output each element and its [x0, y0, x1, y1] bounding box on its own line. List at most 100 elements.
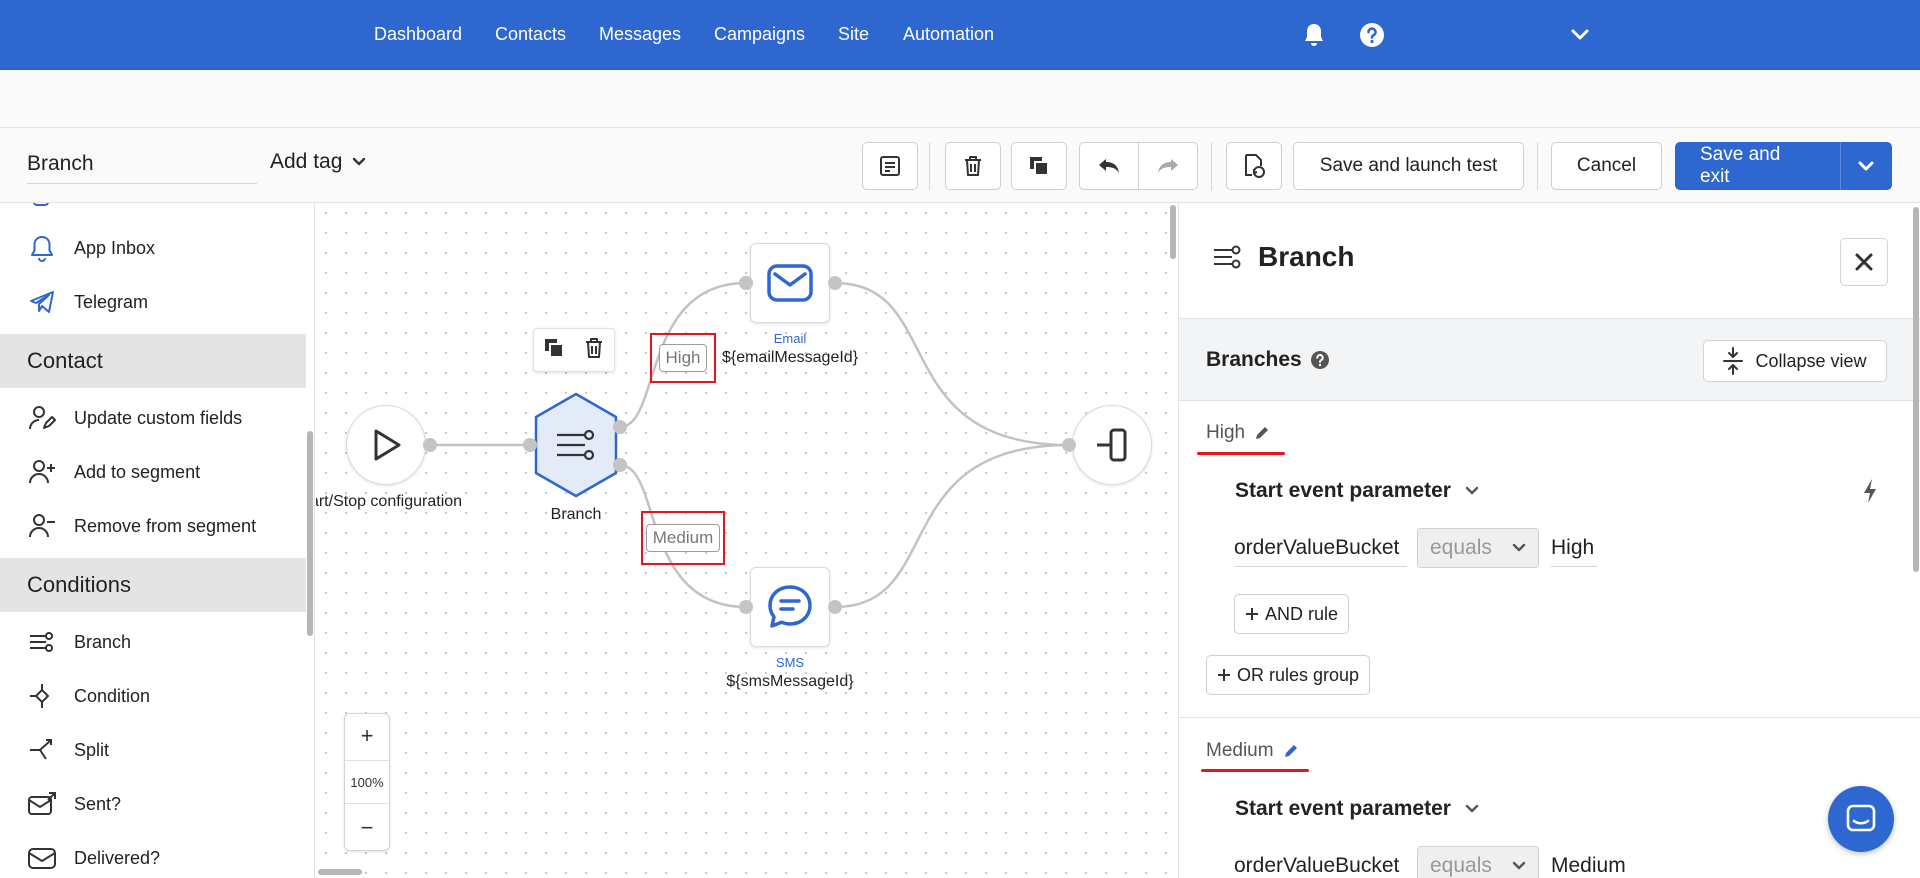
- branch-name-medium[interactable]: Medium: [1206, 740, 1300, 762]
- palette-item-remove-from-segment[interactable]: Remove from segment: [26, 511, 256, 541]
- save-and-launch-test-button[interactable]: Save and launch test: [1293, 142, 1524, 190]
- nav-campaigns[interactable]: Campaigns: [714, 24, 805, 45]
- condition-type-dropdown[interactable]: Start event parameter: [1235, 797, 1479, 821]
- plus-icon: [1218, 669, 1230, 681]
- palette-item-delivered[interactable]: Delivered?: [26, 843, 160, 873]
- edge-label-medium[interactable]: Medium: [645, 524, 721, 552]
- branch-input-port[interactable]: [523, 438, 537, 452]
- notes-button[interactable]: [862, 142, 918, 190]
- palette-item-label: App Inbox: [74, 237, 156, 258]
- support-chat-button[interactable]: [1828, 786, 1894, 852]
- canvas-vertical-scrollbar[interactable]: [1170, 205, 1176, 259]
- collapse-icon: [1723, 347, 1744, 375]
- palette-item-telegram[interactable]: Telegram: [26, 287, 148, 317]
- zoom-in-button[interactable]: +: [345, 714, 389, 758]
- branches-header: Branches Collapse view: [1179, 319, 1920, 401]
- email-node-label: ${emailMessageId}: [721, 349, 859, 366]
- user-edit-icon: [26, 403, 58, 433]
- rule-value-input[interactable]: Medium: [1551, 847, 1631, 878]
- branch-output-port-high[interactable]: [613, 420, 627, 434]
- lightning-icon[interactable]: [1862, 478, 1878, 504]
- envelope-icon: [26, 843, 58, 873]
- workflow-canvas[interactable]: art/Stop configuration Branch High Mediu…: [316, 203, 1178, 878]
- palette-item-sent[interactable]: Sent?: [26, 789, 121, 819]
- sms-output-port[interactable]: [828, 600, 842, 614]
- sms-input-port[interactable]: [739, 600, 753, 614]
- redo-icon: [1158, 159, 1178, 173]
- nav-site[interactable]: Site: [838, 24, 869, 45]
- workflow-name-input[interactable]: Branch: [27, 146, 257, 184]
- split-icon: [26, 735, 58, 765]
- nav-automation[interactable]: Automation: [903, 24, 994, 45]
- trash-icon: [965, 156, 981, 176]
- nav-contacts[interactable]: Contacts: [495, 24, 566, 45]
- save-options-button[interactable]: [1840, 142, 1892, 190]
- telegram-icon: [26, 287, 58, 317]
- help-icon[interactable]: [1357, 20, 1387, 50]
- version-history-button[interactable]: [1226, 142, 1282, 190]
- top-navigation: Dashboard Contacts Messages Campaigns Si…: [0, 0, 1920, 70]
- sub-header-band: [0, 70, 1920, 128]
- email-input-port[interactable]: [739, 276, 753, 290]
- palette-item-branch[interactable]: Branch: [26, 627, 131, 657]
- exit-input-port[interactable]: [1062, 438, 1076, 452]
- branch-output-port-medium[interactable]: [613, 458, 627, 472]
- palette-item-add-to-segment[interactable]: Add to segment: [26, 457, 200, 487]
- bell-icon[interactable]: [1299, 20, 1329, 50]
- palette-item-partial[interactable]: [26, 203, 58, 217]
- duplicate-node-button[interactable]: [543, 337, 565, 364]
- cancel-button[interactable]: Cancel: [1551, 142, 1662, 190]
- sms-node[interactable]: [750, 567, 830, 647]
- delete-node-button[interactable]: [583, 336, 605, 365]
- palette-item-label: Branch: [74, 631, 132, 652]
- canvas-horizontal-scrollbar[interactable]: [318, 869, 362, 875]
- nav-dashboard[interactable]: Dashboard: [374, 24, 462, 45]
- zoom-out-button[interactable]: −: [345, 806, 389, 850]
- start-node[interactable]: [346, 405, 426, 485]
- branch-node[interactable]: [533, 391, 619, 499]
- palette-item-label: Split: [74, 739, 110, 760]
- condition-type-label: Start event parameter: [1235, 479, 1451, 502]
- chevron-down-icon[interactable]: [1565, 20, 1595, 50]
- palette-item-split[interactable]: Split: [26, 735, 109, 765]
- add-and-rule-button[interactable]: AND rule: [1234, 594, 1350, 634]
- collapse-view-label: Collapse view: [1755, 350, 1867, 371]
- nav-messages[interactable]: Messages: [599, 24, 681, 45]
- chevron-down-icon: [1465, 486, 1479, 495]
- duplicate-button[interactable]: [1011, 142, 1067, 190]
- email-output-port[interactable]: [828, 276, 842, 290]
- palette-item-condition[interactable]: Condition: [26, 681, 150, 711]
- rule-value-input[interactable]: High: [1551, 529, 1597, 567]
- add-or-group-button[interactable]: OR rules group: [1206, 655, 1371, 695]
- collapse-view-button[interactable]: Collapse view: [1703, 340, 1887, 382]
- start-output-port[interactable]: [423, 438, 437, 452]
- redo-button[interactable]: [1138, 142, 1198, 190]
- help-icon[interactable]: [1310, 350, 1330, 370]
- palette-item-update-custom-fields[interactable]: Update custom fields: [26, 403, 242, 433]
- save-and-exit-button[interactable]: Save and exit: [1675, 142, 1840, 190]
- rule-field-input[interactable]: orderValueBucket: [1234, 847, 1407, 878]
- palette-item-label: Remove from segment: [74, 515, 257, 536]
- rule-operator-value: equals: [1430, 536, 1492, 559]
- branch-name-high[interactable]: High: [1206, 422, 1271, 444]
- pencil-icon[interactable]: [1253, 424, 1271, 442]
- pencil-icon[interactable]: [1282, 742, 1300, 760]
- chevron-down-icon: [1512, 543, 1526, 552]
- plus-icon: [1246, 608, 1258, 620]
- palette-item-app-inbox[interactable]: App Inbox: [26, 233, 155, 263]
- branch-name-label: Medium: [1206, 740, 1274, 761]
- note-icon: [880, 156, 900, 176]
- panel-scrollbar[interactable]: [1913, 207, 1919, 572]
- undo-button[interactable]: [1079, 142, 1139, 190]
- email-node[interactable]: [750, 243, 830, 323]
- rule-field-input[interactable]: orderValueBucket: [1234, 529, 1407, 567]
- rule-operator-select[interactable]: equals: [1417, 846, 1539, 878]
- add-tag-dropdown[interactable]: Add tag: [270, 150, 366, 174]
- close-panel-button[interactable]: [1840, 238, 1888, 286]
- rule-operator-select[interactable]: equals: [1417, 528, 1539, 568]
- sidebar-scrollbar[interactable]: [307, 431, 313, 636]
- node-palette-sidebar: App Inbox Telegram Contact Update custom…: [0, 203, 315, 878]
- exit-node[interactable]: [1072, 405, 1152, 485]
- condition-type-dropdown[interactable]: Start event parameter: [1235, 479, 1479, 503]
- delete-button[interactable]: [945, 142, 1001, 190]
